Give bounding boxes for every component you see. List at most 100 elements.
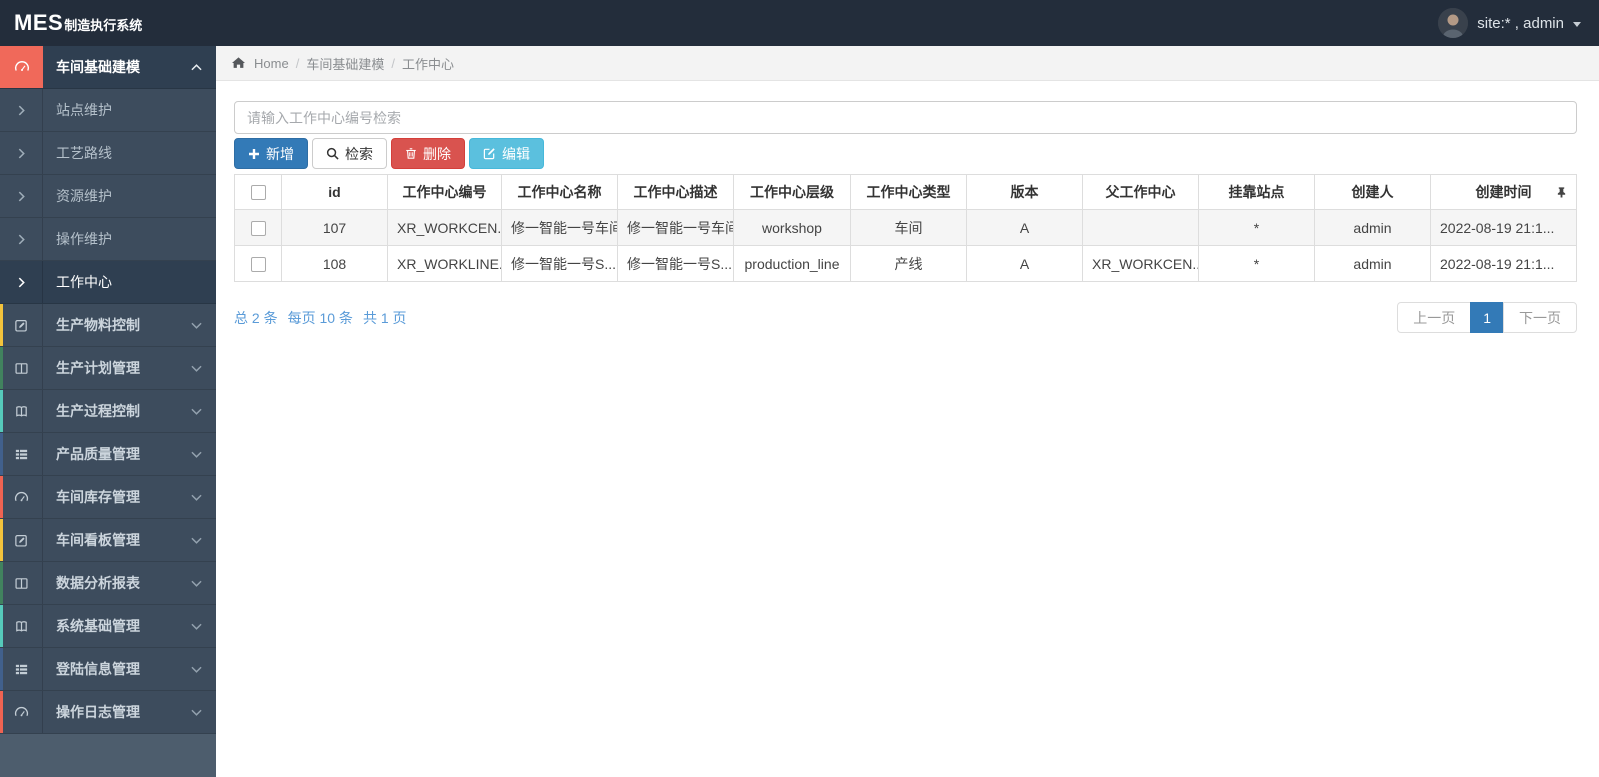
plus-icon: [249, 148, 259, 159]
sidebar-item-workshop-inventory-management[interactable]: 车间库存管理: [0, 476, 216, 519]
sidebar-item-label: 资源维护: [56, 188, 112, 204]
sidebar-item-workshop-kanban-management[interactable]: 车间看板管理: [0, 519, 216, 562]
cell-id: 107: [281, 209, 388, 246]
column-header-desc[interactable]: 工作中心描述: [617, 174, 734, 210]
column-header-creator[interactable]: 创建人: [1314, 174, 1431, 210]
chevron-down-icon: [191, 451, 202, 458]
sidebar-item-process-route[interactable]: 工艺路线: [0, 132, 216, 175]
chevron-down-icon: [191, 322, 202, 329]
add-button[interactable]: 新增: [234, 138, 308, 169]
book-icon: [0, 390, 43, 432]
sidebar-item-system-basic-management[interactable]: 系统基础管理: [0, 605, 216, 648]
color-strip: [0, 648, 3, 690]
sidebar-group-workshop-modeling[interactable]: 车间基础建模: [0, 46, 216, 89]
column-header-created[interactable]: 创建时间: [1430, 174, 1577, 210]
sidebar-item-label: 生产物料控制: [56, 317, 140, 333]
prev-page-button[interactable]: 上一页: [1397, 302, 1472, 333]
sidebar-item-production-plan-management[interactable]: 生产计划管理: [0, 347, 216, 390]
avatar: [1438, 8, 1469, 38]
pagination-info: 总 2 条 每页 10 条 共 1 页: [234, 308, 407, 328]
pager-buttons: 上一页 1 下一页: [1397, 302, 1577, 333]
column-header-id[interactable]: id: [281, 174, 388, 210]
row-checkbox[interactable]: [250, 256, 266, 272]
column-header-station[interactable]: 挂靠站点: [1198, 174, 1315, 210]
edit-button[interactable]: 编辑: [469, 138, 544, 169]
cell-parent: XR_WORKCEN...: [1082, 245, 1199, 282]
sidebar-item-operation-log-management[interactable]: 操作日志管理: [0, 691, 216, 734]
cell-code: XR_WORKCEN...: [387, 209, 502, 246]
sidebar-item-label: 产品质量管理: [56, 446, 140, 462]
color-strip: [0, 347, 3, 389]
app-logo: MES 制造执行系统: [0, 10, 216, 36]
pagination-total: 总 2 条: [234, 309, 278, 326]
cell-code: XR_WORKLINE...: [387, 245, 502, 282]
pagination: 总 2 条 每页 10 条 共 1 页 上一页 1 下一页: [234, 302, 1577, 333]
sidebar-item-production-material-control[interactable]: 生产物料控制: [0, 304, 216, 347]
breadcrumb-level1[interactable]: 车间基础建模: [306, 54, 384, 73]
chevron-right-icon: [0, 175, 43, 217]
pagination-page-count: 共 1 页: [362, 309, 407, 326]
sidebar-item-station-maintenance[interactable]: 站点维护: [0, 89, 216, 132]
add-button-label: 新增: [266, 145, 294, 162]
sidebar-item-data-analysis-report[interactable]: 数据分析报表: [0, 562, 216, 605]
row-select-cell: [234, 209, 282, 246]
cell-name: 修一智能一号车间: [501, 209, 618, 246]
column-header-parent[interactable]: 父工作中心: [1082, 174, 1199, 210]
chevron-down-icon: [191, 537, 202, 544]
search-input[interactable]: [234, 101, 1577, 134]
search-icon: [326, 147, 339, 160]
pencil-square-icon: [0, 519, 43, 561]
sidebar-item-label: 登陆信息管理: [56, 661, 140, 677]
column-header-level[interactable]: 工作中心层级: [733, 174, 851, 210]
color-strip: [0, 390, 3, 432]
color-strip: [0, 562, 3, 604]
sidebar-item-login-info-management[interactable]: 登陆信息管理: [0, 648, 216, 691]
sidebar-item-resource-maintenance[interactable]: 资源维护: [0, 175, 216, 218]
table-row[interactable]: 108 XR_WORKLINE... 修一智能一号S... 修一智能一号S...…: [234, 245, 1577, 282]
sidebar-item-production-process-control[interactable]: 生产过程控制: [0, 390, 216, 433]
user-photo-icon: [1438, 8, 1469, 38]
columns-icon: [0, 347, 43, 389]
top-bar: MES 制造执行系统 site:* , admin: [0, 0, 1599, 46]
sidebar: 车间基础建模 站点维护 工艺路线 资源维护 操作维护 工作中心 生产物料控制 生…: [0, 46, 216, 777]
color-strip: [0, 605, 3, 647]
column-header-type[interactable]: 工作中心类型: [850, 174, 967, 210]
breadcrumb-home[interactable]: Home: [254, 56, 289, 71]
breadcrumb-separator: /: [295, 55, 300, 71]
cell-version: A: [966, 209, 1083, 246]
delete-button[interactable]: 删除: [391, 138, 465, 169]
pencil-square-icon: [0, 304, 43, 346]
row-checkbox[interactable]: [250, 220, 266, 236]
select-all-checkbox[interactable]: [250, 185, 266, 201]
cell-created: 2022-08-19 21:1...: [1430, 209, 1577, 246]
sidebar-item-work-center[interactable]: 工作中心: [0, 261, 216, 304]
color-strip: [0, 476, 3, 518]
tachometer-icon: [0, 691, 43, 733]
cell-creator: admin: [1314, 245, 1431, 282]
cell-version: A: [966, 245, 1083, 282]
chevron-down-icon: [191, 365, 202, 372]
chevron-down-icon: [191, 408, 202, 415]
chevron-down-icon: [191, 494, 202, 501]
search-button[interactable]: 检索: [312, 138, 387, 169]
sidebar-item-label: 操作维护: [56, 231, 112, 247]
breadcrumb: Home / 车间基础建模 / 工作中心: [216, 46, 1599, 81]
pushpin-icon[interactable]: [1556, 187, 1567, 198]
sidebar-group-label: 车间基础建模: [56, 59, 140, 75]
next-page-button[interactable]: 下一页: [1503, 302, 1577, 333]
sidebar-item-product-quality-management[interactable]: 产品质量管理: [0, 433, 216, 476]
select-all-header: [234, 174, 282, 210]
main-panel: 新增 检索 删除 编辑: [216, 81, 1599, 333]
table-row[interactable]: 107 XR_WORKCEN... 修一智能一号车间 修一智能一号车间 work…: [234, 209, 1577, 246]
sidebar-item-operation-maintenance[interactable]: 操作维护: [0, 218, 216, 261]
user-menu[interactable]: site:* , admin: [1438, 8, 1599, 38]
cell-type: 车间: [850, 209, 967, 246]
chevron-right-icon: [0, 261, 43, 303]
sidebar-item-label: 系统基础管理: [56, 618, 140, 634]
page-1-button[interactable]: 1: [1470, 302, 1504, 333]
column-header-code[interactable]: 工作中心编号: [387, 174, 502, 210]
column-header-version[interactable]: 版本: [966, 174, 1083, 210]
column-header-name[interactable]: 工作中心名称: [501, 174, 618, 210]
columns-icon: [0, 562, 43, 604]
breadcrumb-level2: 工作中心: [401, 56, 454, 72]
